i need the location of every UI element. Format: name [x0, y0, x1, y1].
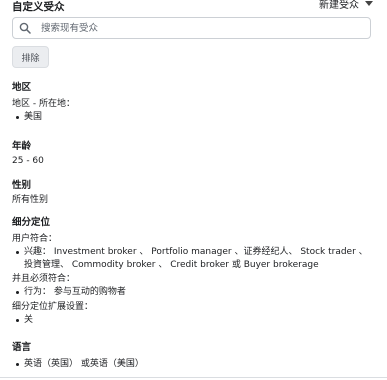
location-section: 地区 地区 - 所在地： 美国 [12, 81, 75, 124]
divider [0, 377, 387, 378]
location-list: 美国 [12, 111, 75, 124]
location-label: 地区 - 所在地： [12, 99, 75, 109]
new-audience-dropdown[interactable]: 新建受众 [319, 0, 373, 11]
language-section: 语言 英语（英国） 或英语（美国） [12, 341, 144, 371]
new-audience-label: 新建受众 [319, 0, 359, 11]
behavior-item: 行为： 参与互动的购物者 [16, 286, 382, 299]
custom-audience-header: 自定义受众 新建受众 [0, 0, 387, 14]
expansion-item: 关 [16, 314, 382, 327]
language-heading: 语言 [12, 342, 32, 353]
location-item: 美国 [16, 111, 75, 124]
language-item: 英语（英国） 或英语（美国） [16, 359, 144, 369]
interests-line-2: 投資管理、 Commodity broker 、 Credit broker 或… [24, 260, 319, 270]
age-value: 25 - 60 [12, 156, 44, 166]
gender-value: 所有性别 [12, 195, 49, 205]
targeting-heading: 细分定位 [12, 217, 51, 228]
age-section: 年龄 25 - 60 [12, 140, 44, 168]
exclude-button[interactable]: 排除 [12, 46, 49, 68]
detailed-targeting-section: 细分定位 用户符合： 兴趣： Investment broker 、 Portf… [12, 216, 382, 327]
interests-list: 兴趣： Investment broker 、 Portfolio manage… [12, 246, 382, 272]
location-heading: 地区 [12, 82, 32, 93]
search-audience-input[interactable] [39, 21, 363, 35]
caret-down-icon [365, 1, 373, 6]
behavior-list: 行为： 参与互动的购物者 [12, 286, 382, 299]
language-list: 英语（英国） 或英语（美国） [12, 358, 144, 371]
age-heading: 年龄 [12, 141, 32, 152]
expansion-list: 关 [12, 314, 382, 327]
section-title: 自定义受众 [12, 1, 65, 13]
interests-line-1: 兴趣： Investment broker 、 Portfolio manage… [24, 247, 368, 257]
gender-heading: 性别 [12, 180, 32, 191]
targeting-and-label: 并且必须符合： [12, 274, 76, 284]
gender-section: 性别 所有性别 [12, 179, 48, 207]
search-icon [19, 22, 31, 34]
interests-item: 兴趣： Investment broker 、 Portfolio manage… [16, 246, 382, 272]
search-audience-field[interactable] [12, 17, 371, 39]
expansion-label: 细分定位扩展设置： [12, 302, 94, 312]
targeting-match-label: 用户符合： [12, 234, 58, 244]
